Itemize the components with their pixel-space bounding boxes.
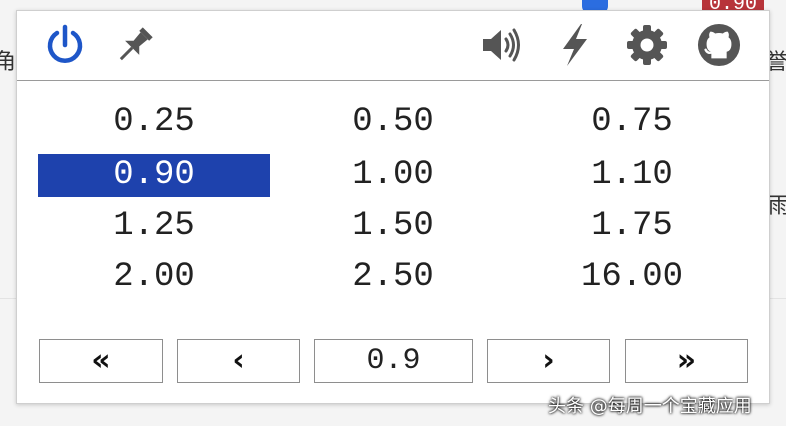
speed-option-0-25[interactable]: 0.25 bbox=[38, 101, 270, 144]
volume-icon[interactable] bbox=[479, 23, 523, 67]
toolbar-divider bbox=[17, 80, 769, 81]
speed-control-popup: 0.25 0.50 0.75 0.90 1.00 1.10 1.25 1.50 … bbox=[16, 10, 770, 404]
chevron-right-icon: › bbox=[542, 343, 555, 378]
slower-button[interactable]: ‹ bbox=[177, 339, 300, 383]
speed-option-1-00[interactable]: 1.00 bbox=[277, 154, 509, 197]
double-chevron-right-icon: » bbox=[676, 343, 697, 378]
speed-option-1-75[interactable]: 1.75 bbox=[516, 205, 748, 248]
pin-icon[interactable] bbox=[113, 23, 157, 67]
background-text-fragment: 角 bbox=[0, 50, 17, 75]
gear-icon[interactable] bbox=[625, 23, 669, 67]
speed-option-0-90-selected[interactable]: 0.90 bbox=[38, 154, 270, 197]
watermark-text: 头条 @每周一个宝藏应用 bbox=[548, 396, 752, 417]
speed-option-1-50[interactable]: 1.50 bbox=[277, 205, 509, 248]
chevron-left-icon: ‹ bbox=[232, 343, 245, 378]
github-icon[interactable] bbox=[697, 23, 741, 67]
lightning-icon[interactable] bbox=[553, 23, 597, 67]
fast-faster-button[interactable]: » bbox=[625, 339, 748, 383]
speed-option-1-25[interactable]: 1.25 bbox=[38, 205, 270, 248]
current-speed-field[interactable]: 0.9 bbox=[314, 339, 473, 383]
speed-option-2-50[interactable]: 2.50 bbox=[277, 256, 509, 299]
speed-option-0-75[interactable]: 0.75 bbox=[516, 101, 748, 144]
power-icon[interactable] bbox=[43, 23, 87, 67]
speed-option-0-50[interactable]: 0.50 bbox=[277, 101, 509, 144]
current-speed-value: 0.9 bbox=[366, 344, 421, 378]
fast-slower-button[interactable]: « bbox=[39, 339, 163, 383]
speed-option-16-00[interactable]: 16.00 bbox=[516, 256, 748, 299]
double-chevron-left-icon: « bbox=[91, 343, 111, 378]
speed-option-2-00[interactable]: 2.00 bbox=[38, 256, 270, 299]
speed-option-1-10[interactable]: 1.10 bbox=[516, 154, 748, 197]
background-text-fragment: 雨 bbox=[768, 194, 786, 219]
toolbar bbox=[17, 11, 769, 80]
faster-button[interactable]: › bbox=[487, 339, 610, 383]
